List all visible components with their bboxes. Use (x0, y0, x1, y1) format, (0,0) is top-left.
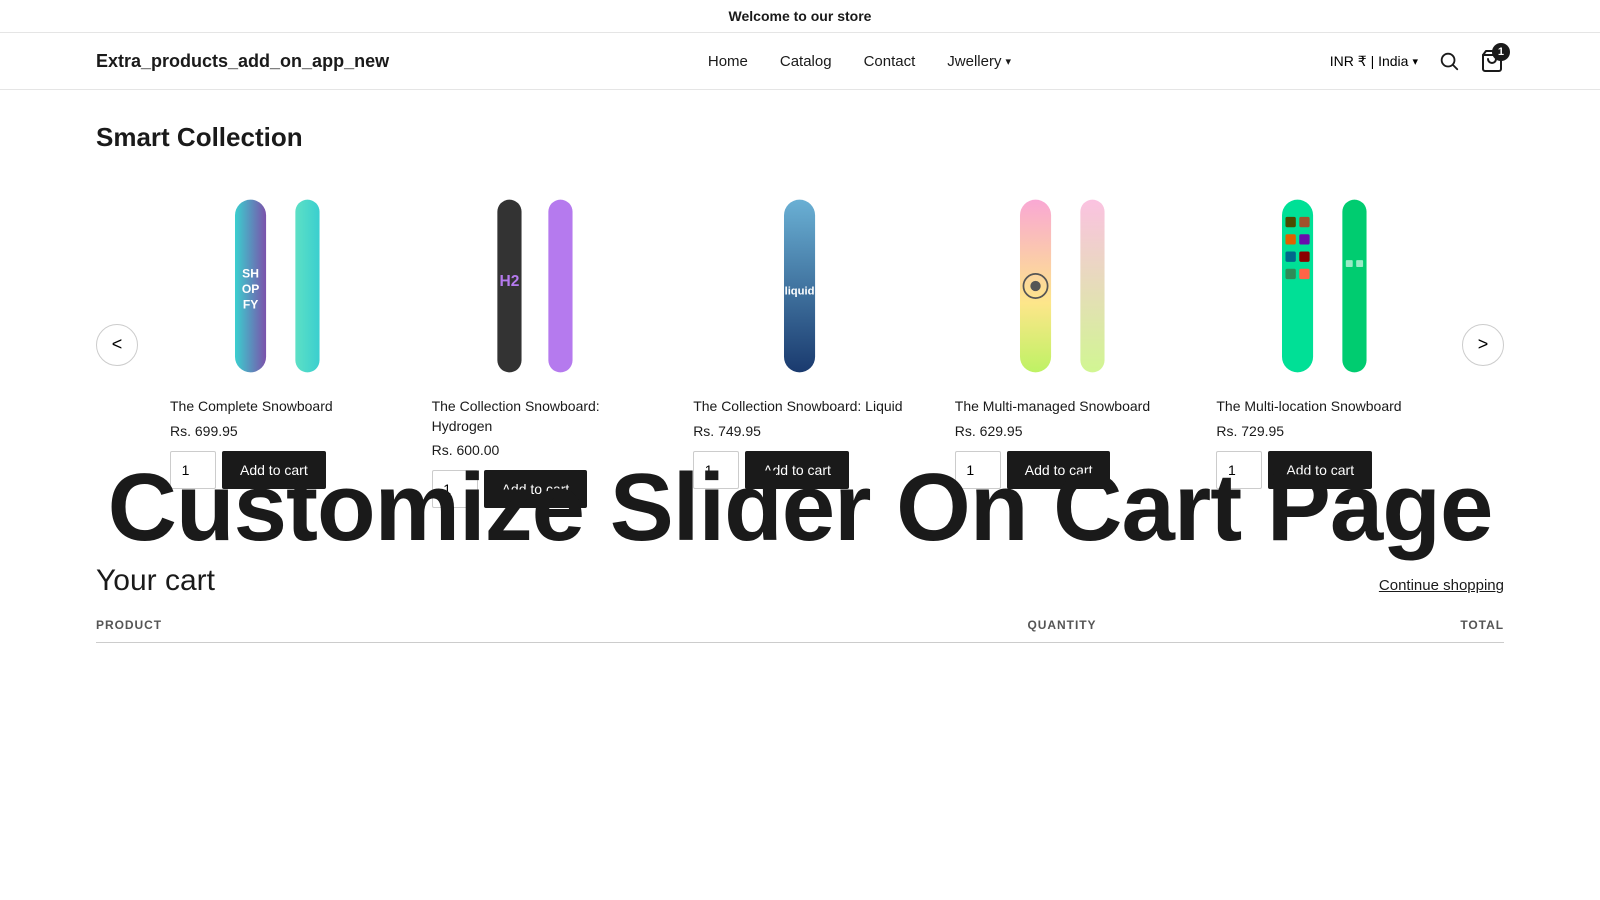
products-row: SH OP FY The Complete Snowboard Rs. 699.… (146, 181, 1454, 508)
product-price-5: Rs. 729.95 (1216, 423, 1284, 439)
cart-columns: PRODUCT QUANTITY TOTAL (96, 618, 1504, 643)
main-nav: Home Catalog Contact Jwellery ▾ (708, 53, 1011, 70)
col-total-header: TOTAL (1384, 618, 1504, 632)
nav-home[interactable]: Home (708, 53, 748, 70)
chevron-down-icon: ▾ (1412, 55, 1418, 68)
product-image-3: liquid (693, 181, 907, 381)
col-quantity-header: QUANTITY (740, 618, 1384, 632)
add-to-cart-btn-5[interactable]: Add to cart (1268, 451, 1372, 489)
product-slider: < SH OP FY (96, 181, 1504, 508)
svg-text:liquid: liquid (785, 286, 815, 298)
col-product-header: PRODUCT (96, 618, 740, 632)
add-to-cart-row-1: Add to cart (170, 451, 326, 489)
chevron-down-icon: ▾ (1005, 55, 1011, 68)
svg-text:OP: OP (242, 282, 259, 296)
cart-section: Your cart Continue shopping PRODUCT QUAN… (0, 564, 1600, 643)
add-to-cart-btn-2[interactable]: Add to cart (484, 470, 588, 508)
header: Extra_products_add_on_app_new Home Catal… (0, 33, 1600, 90)
product-image-5 (1216, 181, 1430, 381)
snowboard-svg-4b (1070, 191, 1122, 381)
product-price-1: Rs. 699.95 (170, 423, 238, 439)
continue-shopping-button[interactable]: Continue shopping (1379, 577, 1504, 594)
nav-contact[interactable]: Contact (864, 53, 916, 70)
top-banner: Welcome to our store (0, 0, 1600, 33)
product-card-5: The Multi-location Snowboard Rs. 729.95 … (1192, 181, 1454, 508)
search-button[interactable] (1438, 50, 1460, 72)
search-icon (1438, 50, 1460, 72)
product-image-4 (955, 181, 1169, 381)
product-price-3: Rs. 749.95 (693, 423, 761, 439)
nav-jwellery-dropdown[interactable]: Jwellery ▾ (947, 53, 1011, 70)
qty-input-3[interactable] (693, 451, 739, 489)
logo[interactable]: Extra_products_add_on_app_new (96, 51, 389, 72)
slider-next-button[interactable]: > (1462, 324, 1504, 366)
header-right: INR ₹ | India ▾ 1 (1330, 49, 1504, 73)
snowboard-svg-4 (1001, 191, 1070, 381)
snowboard-svg-5a (1263, 191, 1332, 381)
cart-header-row: Your cart Continue shopping (96, 564, 1504, 598)
snowboard-svg-1: SH OP FY (216, 191, 285, 381)
add-to-cart-row-2: Add to cart (432, 470, 588, 508)
svg-text:FY: FY (243, 297, 258, 311)
product-card-3: liquid The Collection Snowboard: Liquid … (669, 181, 931, 508)
snowboard-svg-3: liquid (765, 191, 834, 381)
cart-button[interactable]: 1 (1480, 49, 1504, 73)
product-card-4: The Multi-managed Snowboard Rs. 629.95 A… (931, 181, 1193, 508)
product-card-1: SH OP FY The Complete Snowboard Rs. 699.… (146, 181, 408, 508)
qty-input-1[interactable] (170, 451, 216, 489)
product-card-2: H2 The Collection Snowboard: Hydrogen Rs… (408, 181, 670, 508)
main-content: Smart Collection < SH OP FY (0, 90, 1600, 556)
svg-text:SH: SH (242, 266, 259, 280)
cart-title: Your cart (96, 564, 215, 598)
snowboard-svg-5b (1332, 191, 1384, 381)
qty-input-5[interactable] (1216, 451, 1262, 489)
add-to-cart-row-3: Add to cart (693, 451, 849, 489)
product-image-2: H2 (432, 181, 646, 381)
product-image-1: SH OP FY (170, 181, 384, 381)
product-name-3: The Collection Snowboard: Liquid (693, 397, 902, 417)
product-name-2: The Collection Snowboard: Hydrogen (432, 397, 646, 436)
add-to-cart-row-4: Add to cart (955, 451, 1111, 489)
product-name-4: The Multi-managed Snowboard (955, 397, 1150, 417)
product-price-4: Rs. 629.95 (955, 423, 1023, 439)
product-price-2: Rs. 600.00 (432, 442, 500, 458)
snowboard-svg-2a: H2 (487, 191, 539, 381)
qty-input-2[interactable] (432, 470, 478, 508)
snowboard-svg-1b (285, 191, 337, 381)
snowboard-svg-2b (538, 191, 590, 381)
nav-catalog[interactable]: Catalog (780, 53, 832, 70)
add-to-cart-btn-3[interactable]: Add to cart (745, 451, 849, 489)
add-to-cart-row-5: Add to cart (1216, 451, 1372, 489)
product-name-5: The Multi-location Snowboard (1216, 397, 1401, 417)
qty-input-4[interactable] (955, 451, 1001, 489)
currency-selector[interactable]: INR ₹ | India ▾ (1330, 53, 1418, 70)
add-to-cart-btn-1[interactable]: Add to cart (222, 451, 326, 489)
cart-badge: 1 (1492, 43, 1510, 61)
section-title: Smart Collection (96, 122, 1504, 153)
slider-prev-button[interactable]: < (96, 324, 138, 366)
banner-text: Welcome to our store (729, 8, 872, 24)
add-to-cart-btn-4[interactable]: Add to cart (1007, 451, 1111, 489)
product-name-1: The Complete Snowboard (170, 397, 333, 417)
svg-text:H2: H2 (499, 273, 519, 290)
